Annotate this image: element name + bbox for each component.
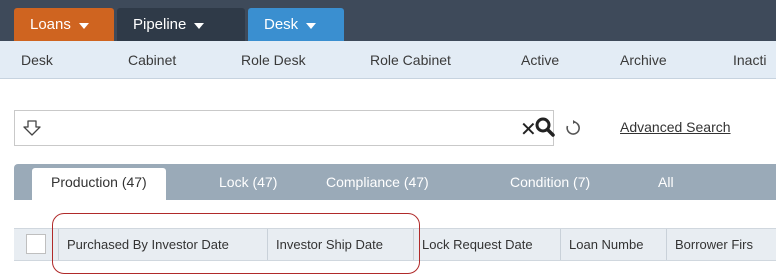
- pipeline-tabs: Production (47) Lock (47) Compliance (47…: [14, 164, 776, 200]
- subnav-item-active[interactable]: Active: [521, 52, 559, 68]
- column-header[interactable]: Lock Request Date: [413, 229, 560, 260]
- filter-arrow-icon[interactable]: [23, 119, 41, 137]
- subnav-item-desk[interactable]: Desk: [21, 52, 53, 68]
- subnav-item-inactive[interactable]: Inacti: [733, 52, 766, 68]
- pipeline-menu[interactable]: Pipeline: [117, 8, 245, 41]
- desk-menu-label: Desk: [264, 16, 299, 33]
- chevron-down-icon: [78, 22, 89, 29]
- subnav-item-cabinet[interactable]: Cabinet: [128, 52, 176, 68]
- loans-menu[interactable]: Loans: [14, 8, 114, 41]
- chevron-down-icon: [194, 22, 205, 29]
- column-header[interactable]: Borrower Firs: [666, 229, 776, 260]
- search-input[interactable]: ✕: [14, 110, 554, 146]
- select-all-checkbox[interactable]: [26, 234, 46, 254]
- chevron-down-icon: [306, 22, 317, 29]
- tab-all[interactable]: All: [658, 174, 674, 190]
- pipeline-menu-label: Pipeline: [133, 16, 187, 33]
- refresh-icon[interactable]: [565, 120, 581, 136]
- advanced-search-link[interactable]: Advanced Search: [620, 119, 731, 135]
- tab-production[interactable]: Production (47): [32, 168, 166, 200]
- top-nav: Loans Pipeline Desk: [0, 0, 776, 41]
- subnav-item-role-desk[interactable]: Role Desk: [241, 52, 306, 68]
- tab-compliance[interactable]: Compliance (47): [326, 174, 429, 190]
- desk-menu[interactable]: Desk: [248, 8, 344, 41]
- column-header[interactable]: Loan Numbe: [560, 229, 666, 260]
- search-icon[interactable]: [535, 117, 555, 137]
- tab-condition[interactable]: Condition (7): [510, 174, 590, 190]
- subnav-item-archive[interactable]: Archive: [620, 52, 667, 68]
- sub-nav: Desk Cabinet Role Desk Role Cabinet Acti…: [0, 41, 776, 79]
- highlight-outline: [52, 213, 420, 274]
- tab-lock[interactable]: Lock (47): [219, 174, 277, 190]
- subnav-item-role-cabinet[interactable]: Role Cabinet: [370, 52, 451, 68]
- loans-menu-label: Loans: [30, 16, 71, 33]
